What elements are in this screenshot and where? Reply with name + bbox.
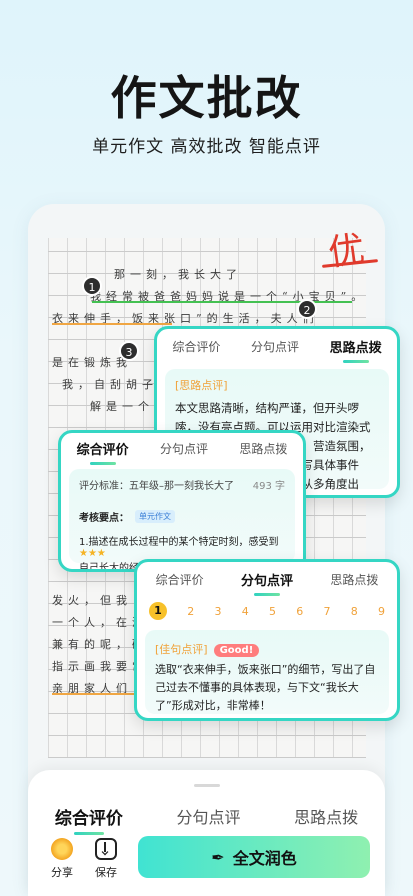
star-rating: ★★★ [79, 548, 106, 559]
essay-line: 发火，但我 [52, 594, 132, 607]
sentence-marker-3[interactable]: 3 [119, 341, 139, 361]
sentence-number[interactable]: 3 [215, 605, 222, 618]
hero-title: 作文批改 [110, 71, 303, 125]
tab-sentence[interactable]: 分句点评 [237, 568, 297, 596]
essay-line: 解是一个 [90, 400, 154, 413]
word-count: 493 字 [252, 481, 285, 492]
section-tag: [思路点评] [175, 379, 228, 392]
share-button[interactable]: 分享 [42, 838, 82, 880]
sentence-number[interactable]: 6 [296, 605, 303, 618]
tab-overall[interactable]: 综合评价 [168, 336, 224, 357]
sentence-review-text: 选取“衣来伸手，饭来张口”的细节，写出了自己过去不懂事的具体表现，与下文“我长大… [155, 663, 376, 712]
tab-sentence[interactable]: 分句点评 [156, 438, 212, 459]
key-point-1: 1.描述在成长过程中的某个特定时刻，感受到 [79, 537, 279, 548]
essay-line: 我，自刮胡子 [62, 378, 158, 391]
sentence-number[interactable]: 5 [269, 605, 276, 618]
tab-thinking[interactable]: 思路点拨 [326, 569, 382, 590]
sentence-marker-1[interactable]: 1 [82, 276, 102, 296]
good-badge: Good! [213, 644, 260, 657]
sentence-number[interactable]: 7 [324, 605, 331, 618]
polish-all-label: 全文润色 [232, 849, 297, 868]
tab-thinking[interactable]: 思路点拨 [294, 804, 358, 829]
scoring-standard: 评分标准：五年级–那一刻我长大了 [79, 481, 234, 492]
tab-thinking[interactable]: 思路点拨 [235, 438, 291, 459]
download-icon [95, 838, 117, 860]
sentence-number[interactable]: 9 [378, 605, 385, 618]
share-icon [51, 838, 73, 860]
key-points-label: 考核要点： [79, 513, 129, 524]
share-label: 分享 [51, 866, 73, 879]
grade-mark: 优 [325, 228, 368, 275]
sentence-number[interactable]: 4 [242, 605, 249, 618]
tab-sentence[interactable]: 分句点评 [247, 336, 303, 357]
essay-line: 那一刻，我长大了 [114, 268, 242, 281]
key-points-tag: 单元作文 [135, 510, 175, 523]
polish-all-button[interactable]: ✒ 全文润色 [138, 836, 370, 878]
hero-subtitle: 单元作文 高效批改 智能点评 [92, 137, 321, 157]
tab-overall[interactable]: 综合评价 [152, 569, 208, 590]
tab-overall[interactable]: 综合评价 [55, 804, 123, 835]
sentence-review-card: 综合评价 分句点评 思路点拨 1 2 3 4 5 6 7 8 9 [佳句点评] G… [134, 559, 400, 721]
save-button[interactable]: 保存 [86, 838, 126, 880]
sentence-number[interactable]: 8 [351, 605, 358, 618]
pen-icon: ✒ [211, 847, 225, 867]
sheet-handle[interactable] [194, 784, 220, 787]
tab-overall[interactable]: 综合评价 [73, 437, 133, 465]
sentence-number[interactable]: 1 [149, 602, 167, 620]
tab-sentence[interactable]: 分句点评 [176, 804, 240, 829]
section-tag: [佳句点评] [155, 643, 208, 656]
sentence-number[interactable]: 2 [187, 605, 194, 618]
tab-thinking[interactable]: 思路点拨 [326, 335, 386, 363]
save-label: 保存 [95, 866, 117, 879]
highlight-note [52, 323, 172, 325]
sentence-marker-2[interactable]: 2 [297, 299, 317, 319]
overall-review-card: 综合评价 分句点评 思路点拨 评分标准：五年级–那一刻我长大了 493 字 考核… [58, 430, 306, 572]
